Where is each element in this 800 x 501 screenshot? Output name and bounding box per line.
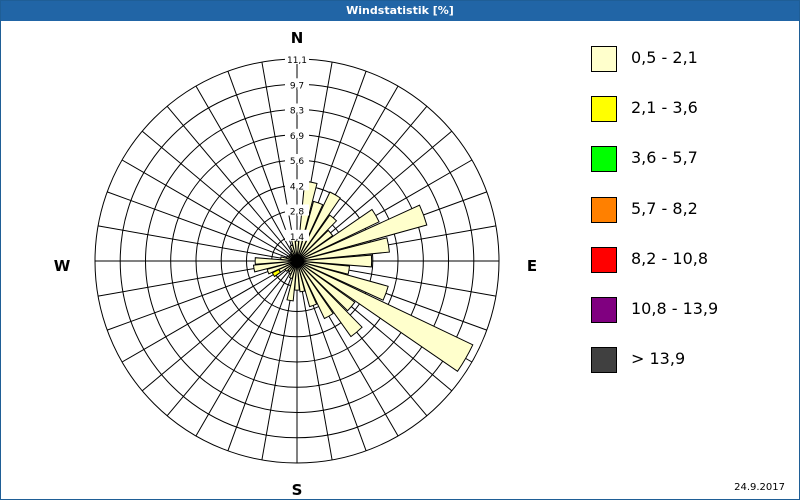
ring-label: 5,6: [290, 157, 305, 167]
legend-label: 3,6 - 5,7: [631, 148, 698, 167]
legend-label: 8,2 - 10,8: [631, 249, 709, 268]
chart-window: Windstatistik [%] 1,4 2,8 4,2 5,6 6,9 8,3 9,7 1…: [0, 0, 800, 500]
ring-label: 1,4: [290, 233, 305, 243]
ring-label: 6,9: [290, 132, 305, 142]
ring-label: 8,3: [290, 107, 304, 117]
ring-label: 4,2: [290, 182, 304, 192]
direction-label-n: N: [291, 29, 304, 47]
legend-swatch: [591, 96, 617, 122]
legend-swatch: [591, 197, 617, 223]
direction-label-w: W: [54, 257, 71, 275]
legend-label: > 13,9: [631, 349, 686, 368]
legend-swatch: [591, 146, 617, 172]
legend-swatch: [591, 347, 617, 373]
date-label: 24.9.2017: [734, 482, 785, 493]
direction-label-e: E: [527, 257, 537, 275]
ring-label: 11,1: [287, 56, 307, 66]
legend-label: 2,1 - 3,6: [631, 98, 698, 117]
legend-label: 5,7 - 8,2: [631, 199, 698, 218]
wind-rose-chart: 1,4 2,8 4,2 5,6 6,9 8,3 9,7 11,1 N E S W: [54, 29, 537, 499]
legend-swatch: [591, 247, 617, 273]
ring-label: 9,7: [290, 81, 304, 91]
legend-swatch: [591, 46, 617, 72]
legend-swatch: [591, 297, 617, 323]
legend-label: 0,5 - 2,1: [631, 48, 698, 67]
legend-label: 10,8 - 13,9: [631, 299, 719, 318]
ring-label: 2,8: [290, 208, 305, 218]
direction-label-s: S: [292, 481, 303, 499]
